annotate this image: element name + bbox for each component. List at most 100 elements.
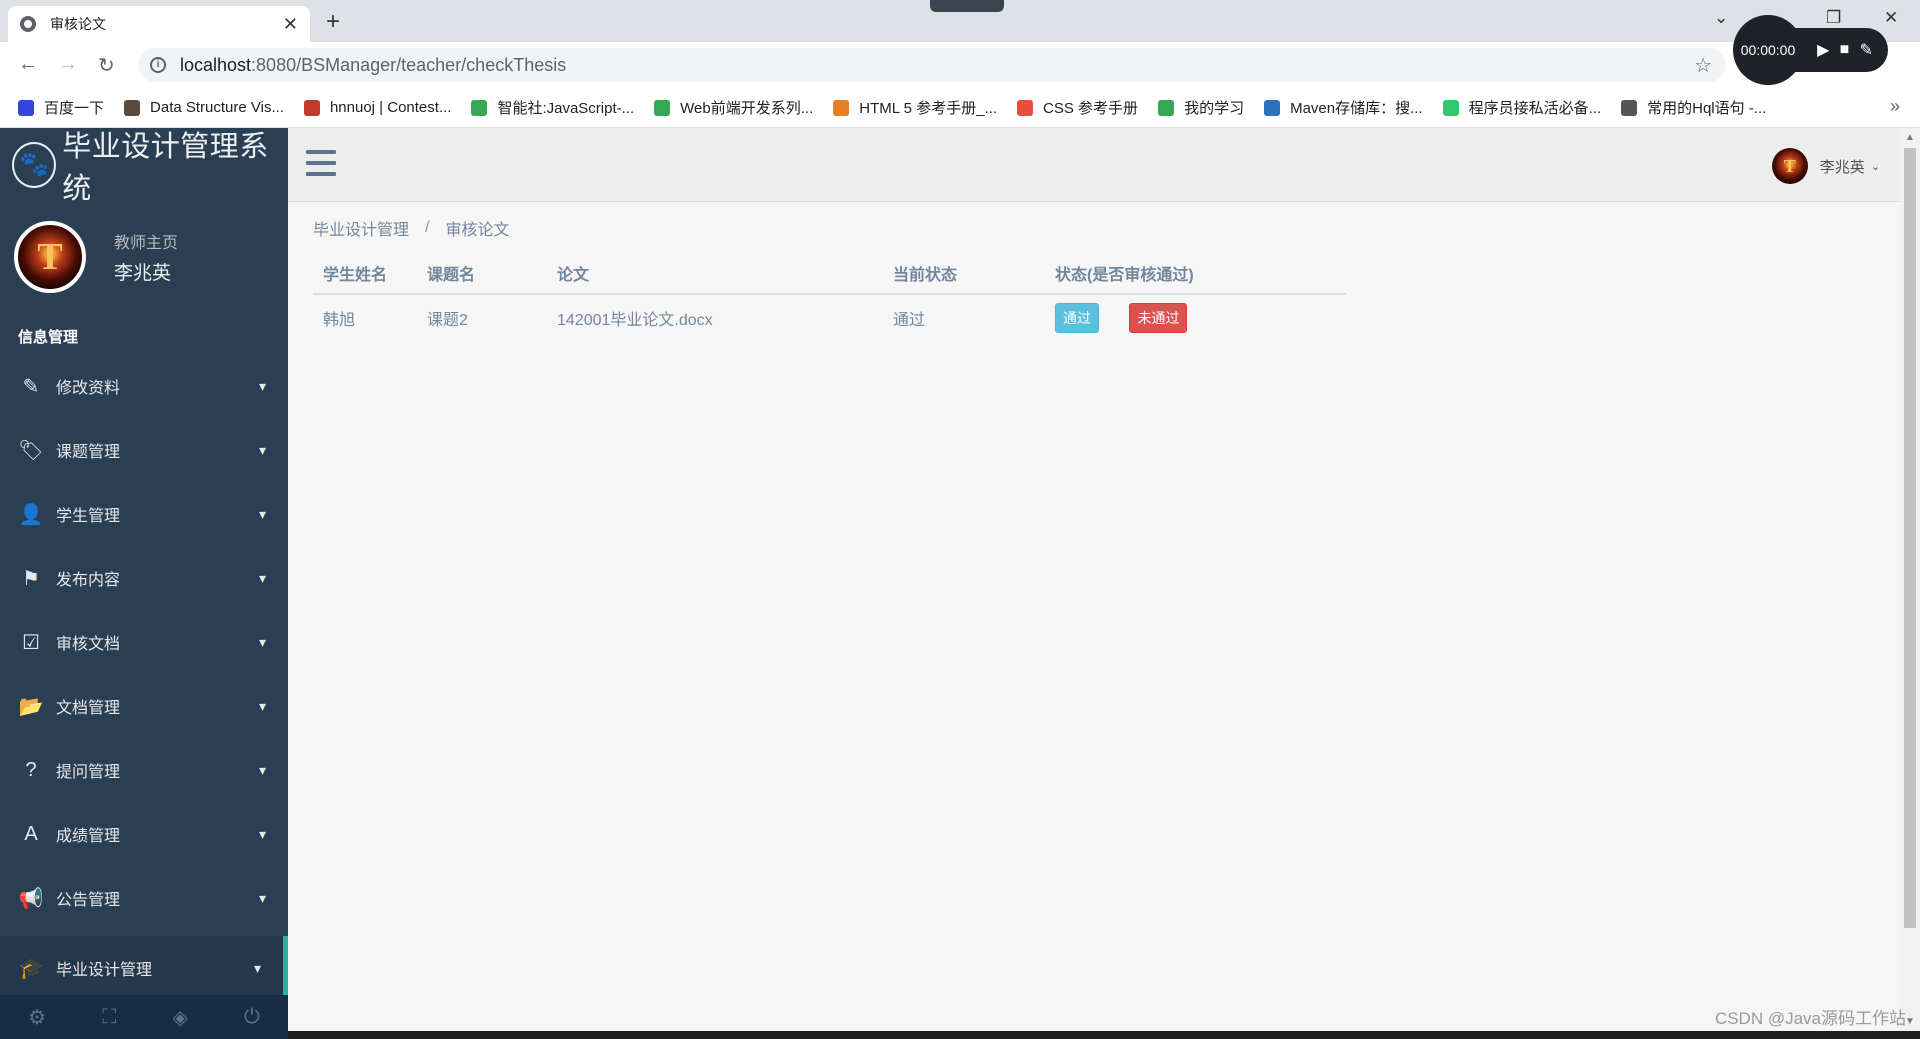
settings-icon[interactable]: ⚙	[28, 1005, 46, 1030]
bookmark-item[interactable]: 智能社:JavaScript-...	[471, 97, 634, 118]
forward-icon[interactable]: →	[58, 53, 78, 76]
stop-icon[interactable]: ■	[1840, 41, 1850, 59]
bookmark-favicon-icon	[471, 99, 488, 116]
tab-title: 审核论文	[50, 16, 106, 32]
page-favicon-icon	[20, 16, 36, 32]
edit-icon: ✎	[22, 375, 40, 398]
site-info-icon[interactable]: i	[150, 57, 166, 73]
scroll-down-icon[interactable]: ▼	[1905, 1016, 1915, 1027]
font-icon: A	[24, 822, 38, 845]
bookmark-item[interactable]: Web前端开发系列...	[654, 97, 813, 118]
table-header-row: 学生姓名 课题名 论文 当前状态 状态(是否审核通过)	[313, 252, 1346, 295]
sidebar-item-8[interactable]: A 成绩管理 ▾	[0, 802, 288, 866]
bookmark-item[interactable]: CSS 参考手册	[1017, 97, 1138, 118]
back-icon[interactable]: ←	[18, 53, 38, 76]
menu-toggle-icon[interactable]	[306, 150, 336, 176]
recorder-controls: ▶ ■ ✎	[1788, 28, 1888, 72]
sidebar-item-9[interactable]: 📢 公告管理 ▾	[0, 866, 288, 930]
thesis-table: 学生姓名 课题名 论文 当前状态 状态(是否审核通过) 韩旭 课题2 14200…	[313, 252, 1346, 340]
cell-actions: 通过 未通过	[1045, 293, 1346, 340]
sidebar-item-1[interactable]: ✎ 修改资料 ▾	[0, 354, 288, 418]
side-menu: ✎ 修改资料 ▾ 🏷 课题管理 ▾ 👤 学生管理 ▾ ⚑ 发布内容 ▾ ☑ 审核文档 ▾ 📂 文档管理 ▾? 提问管…	[0, 354, 288, 1000]
cell-topic: 课题2	[417, 293, 547, 340]
chevron-down-icon: ▾	[258, 697, 266, 714]
chevron-down-icon: ▾	[258, 377, 266, 394]
bookmark-favicon-icon	[1158, 99, 1175, 116]
brand[interactable]: 🐾 毕业设计管理系统	[0, 128, 288, 205]
sidebar-item-label: 修改资料	[56, 380, 121, 397]
scroll-up-icon[interactable]: ▲	[1905, 132, 1915, 143]
graduation-cap-icon: 🎓	[18, 957, 44, 980]
bookmark-item[interactable]: 我的学习	[1158, 97, 1244, 118]
screen-notch	[930, 0, 1004, 12]
bookmark-item[interactable]: 百度一下	[18, 97, 104, 118]
tags-icon: 🏷	[18, 439, 44, 462]
tab-search-icon[interactable]: ⌄	[1714, 8, 1728, 28]
cell-thesis-file[interactable]: 142001毕业论文.docx	[547, 293, 883, 340]
sidebar-item-label: 公告管理	[56, 892, 121, 909]
bookmark-item[interactable]: Maven存储库：搜...	[1264, 97, 1423, 118]
bookmark-favicon-icon	[124, 99, 141, 116]
folder-open-icon: 📂	[18, 695, 44, 718]
bookmark-label: 智能社:JavaScript-...	[497, 100, 635, 117]
reload-icon[interactable]: ↻	[98, 53, 115, 78]
recorder-timer: 00:00:00	[1733, 15, 1803, 85]
page-scrollbar[interactable]: ▲ ▼	[1900, 128, 1920, 1039]
profile-panel: T 教师主页 李兆英	[0, 202, 288, 312]
sidebar-footer: ⚙ ⛶ ◈ ⏻	[0, 995, 288, 1039]
chevron-down-icon: ▾	[258, 569, 266, 586]
sidebar-item-7[interactable]: ? 提问管理 ▾	[0, 738, 288, 802]
url-bar[interactable]: i localhost:8080/BSManager/teacher/check…	[138, 48, 1726, 82]
browser-tab[interactable]: 审核论文 ✕	[8, 6, 310, 42]
user-dropdown[interactable]: T 李兆英 ⌄	[1771, 148, 1880, 184]
approve-button[interactable]: 通过	[1055, 302, 1099, 333]
sidebar-item-6[interactable]: 📂 文档管理 ▾	[0, 674, 288, 738]
fullscreen-icon[interactable]: ⛶	[102, 1006, 116, 1029]
bookmark-label: HTML 5 参考手册_...	[859, 100, 998, 117]
more-bookmarks-icon[interactable]: »	[1890, 96, 1900, 117]
url-text[interactable]: localhost:8080/BSManager/teacher/checkTh…	[180, 55, 566, 76]
bookmark-item[interactable]: hnnuoj | Contest...	[303, 99, 451, 116]
bookmarks-bar: 百度一下 Data Structure Vis... hnnuoj | Contes…	[0, 88, 1920, 128]
sidebar-item-2[interactable]: 🏷 课题管理 ▾	[0, 418, 288, 482]
pen-icon[interactable]: ✎	[1859, 40, 1872, 60]
sidebar-item-label: 提问管理	[56, 764, 121, 781]
close-tab-icon[interactable]: ✕	[283, 14, 298, 35]
play-icon[interactable]: ▶	[1817, 40, 1829, 60]
power-icon[interactable]: ⏻	[244, 1006, 260, 1029]
sidebar-item-label: 发布内容	[56, 572, 121, 589]
avatar: T	[14, 221, 86, 293]
reject-button[interactable]: 未通过	[1129, 302, 1188, 333]
cell-student: 韩旭	[313, 293, 417, 340]
bookmark-favicon-icon	[833, 99, 850, 116]
bookmark-label: 程序员接私活必备...	[1468, 100, 1602, 117]
chevron-down-icon: ▾	[258, 889, 266, 906]
breadcrumb-parent[interactable]: 毕业设计管理	[313, 216, 409, 240]
eye-slash-icon[interactable]: ◈	[172, 1005, 187, 1030]
new-tab-icon[interactable]: +	[326, 8, 340, 36]
sidebar-item-label: 学生管理	[56, 508, 121, 525]
sidebar-item-label: 成绩管理	[56, 828, 121, 845]
bookmark-favicon-icon	[1264, 99, 1281, 116]
chevron-down-icon: ▾	[258, 633, 266, 650]
bookmark-item[interactable]: 程序员接私活必备...	[1442, 97, 1602, 118]
scrollbar-thumb[interactable]	[1904, 148, 1916, 928]
column-header-thesis: 论文	[547, 252, 883, 295]
main-content: 毕业设计管理 / 审核论文 学生姓名 课题名 论文 当前状态 状态(是否审核通过…	[288, 202, 1900, 1039]
bookmark-label: CSS 参考手册	[1043, 100, 1139, 117]
sidebar-item-4[interactable]: ⚑ 发布内容 ▾	[0, 546, 288, 610]
chevron-down-icon: ⌄	[1870, 160, 1880, 173]
chevron-down-icon: ▾	[258, 825, 266, 842]
welcome-text: 教师主页	[114, 235, 179, 252]
sidebar-item-5[interactable]: ☑ 审核文档 ▾	[0, 610, 288, 674]
sidebar-item-10[interactable]: 🎓 毕业设计管理 ▾	[0, 936, 288, 1000]
taskbar-strip	[288, 1031, 1920, 1039]
breadcrumb-current: 审核论文	[445, 222, 510, 239]
bookmark-star-icon[interactable]: ☆	[1694, 53, 1712, 78]
bookmark-item[interactable]: 常用的Hql语句 -...	[1621, 97, 1766, 118]
sidebar-item-label: 文档管理	[56, 700, 121, 717]
bookmark-item[interactable]: Data Structure Vis...	[124, 99, 284, 116]
bookmark-item[interactable]: HTML 5 参考手册_...	[833, 97, 997, 118]
bookmark-favicon-icon	[303, 99, 320, 116]
sidebar-item-3[interactable]: 👤 学生管理 ▾	[0, 482, 288, 546]
